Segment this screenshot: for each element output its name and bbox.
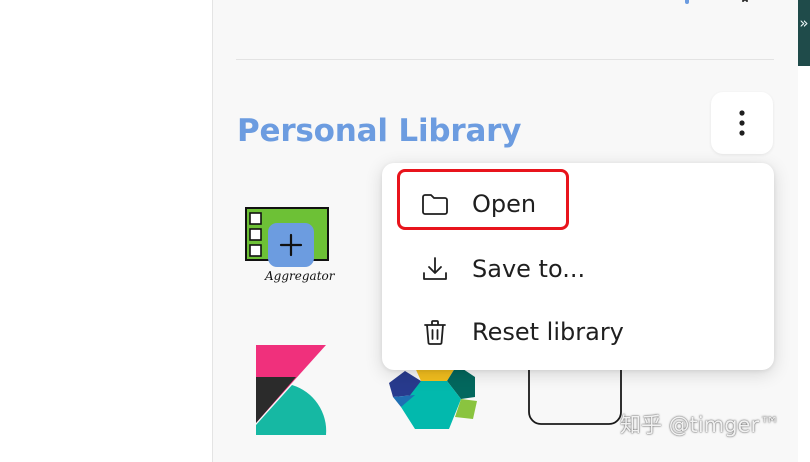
menu-item-save[interactable]: Save to... [382, 240, 774, 298]
library-item-kibana[interactable] [252, 343, 330, 437]
menu-item-label: Reset library [472, 318, 624, 346]
add-icon[interactable] [675, 0, 699, 12]
download-icon [420, 254, 450, 284]
kebab-icon [739, 110, 745, 136]
aggregator-label: Aggregator [264, 269, 336, 283]
chevron-right-icon[interactable]: » [798, 12, 810, 34]
library-title: Personal Library [237, 113, 522, 149]
menu-item-reset[interactable]: Reset library [382, 303, 774, 361]
canvas-area[interactable] [0, 0, 212, 462]
library-menu-button[interactable] [711, 92, 773, 154]
library-item-aggregator[interactable]: Aggregator [243, 205, 339, 287]
close-icon[interactable] [733, 0, 757, 12]
trash-icon [420, 317, 450, 347]
canvas-edge [798, 0, 810, 462]
annotation-highlight-box [397, 169, 569, 230]
watermark: 知乎 @timger™ [620, 413, 781, 437]
panel-divider [236, 59, 774, 60]
menu-item-label: Save to... [472, 255, 586, 283]
